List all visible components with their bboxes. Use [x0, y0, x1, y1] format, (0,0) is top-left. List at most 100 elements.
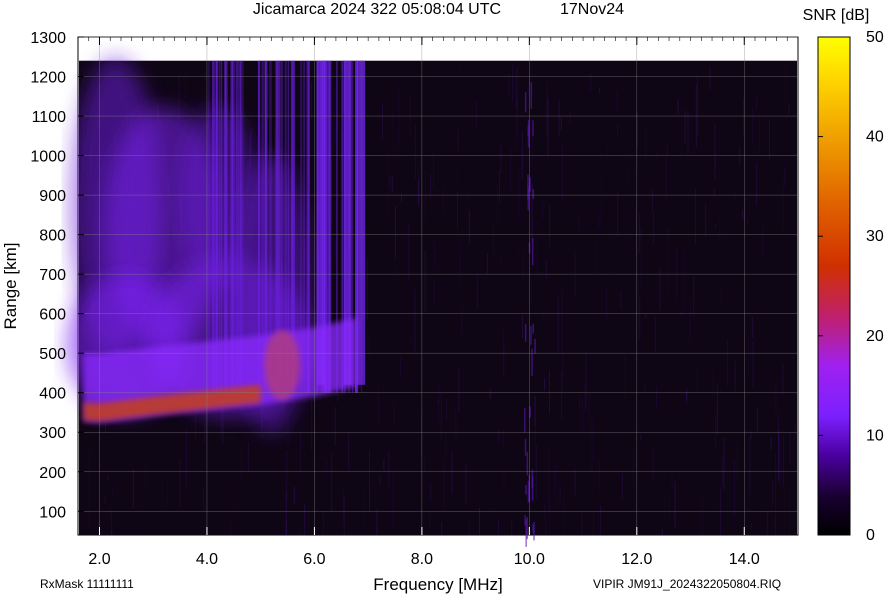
noise-streak [343, 489, 345, 524]
noise-streak [748, 334, 749, 376]
noise-streak [773, 514, 775, 535]
noise-streak [388, 450, 390, 488]
noise-streak [502, 428, 504, 449]
colorbar-tick-label: 30 [866, 228, 884, 245]
noise-streak [714, 412, 716, 450]
noise-streak [525, 484, 527, 495]
noise-streak [545, 260, 547, 280]
noise-streak [311, 82, 313, 119]
noise-streak [768, 119, 770, 160]
noise-streak [766, 511, 768, 535]
noise-streak [394, 206, 396, 258]
x-tick-label: 8.0 [411, 551, 433, 568]
noise-streak [661, 529, 663, 535]
y-tick-label: 1200 [30, 70, 66, 87]
noise-streak [499, 169, 500, 203]
noise-streak [240, 448, 242, 479]
y-tick-label: 1100 [32, 109, 67, 126]
noise-streak [756, 163, 758, 206]
noise-streak [267, 73, 269, 119]
noise-streak [627, 167, 629, 181]
noise-streak [667, 235, 669, 292]
noise-streak [89, 450, 91, 514]
noise-streak [719, 486, 721, 535]
noise-streak [645, 123, 647, 162]
noise-streak [518, 250, 520, 256]
noise-streak [438, 384, 440, 422]
noise-streak [300, 525, 302, 535]
noise-streak [427, 392, 429, 398]
noise-streak [714, 123, 716, 180]
noise-streak [429, 513, 431, 530]
noise-streak [531, 348, 533, 376]
noise-streak [652, 188, 653, 212]
noise-streak [574, 469, 576, 496]
noise-streak [674, 481, 676, 528]
noise-streak [393, 402, 395, 424]
noise-streak [775, 515, 776, 535]
noise-streak [486, 253, 488, 275]
chart-date: 17Nov24 [560, 1, 624, 18]
noise-streak [476, 273, 478, 309]
noise-streak [107, 474, 109, 481]
noise-streak [527, 186, 530, 211]
noise-streak [756, 406, 758, 433]
noise-streak [617, 193, 619, 237]
noise-streak [750, 315, 752, 353]
noise-streak [770, 437, 772, 450]
noise-streak [789, 432, 791, 465]
noise-streak [141, 492, 143, 535]
noise-streak [184, 68, 186, 111]
noise-streak [782, 362, 784, 395]
noise-streak [414, 288, 416, 353]
noise-streak [389, 176, 391, 187]
noise-streak [334, 406, 336, 446]
noise-streak [182, 454, 184, 469]
noise-streak [522, 314, 524, 339]
noise-streak [457, 192, 458, 231]
noise-streak [606, 287, 607, 323]
noise-streak [333, 88, 335, 149]
y-tick-label: 300 [39, 425, 66, 442]
noise-streak [585, 351, 587, 409]
noise-streak [639, 297, 641, 340]
noise-streak [720, 285, 722, 302]
noise-streak [410, 340, 412, 345]
noise-streak [194, 410, 196, 441]
noise-streak [456, 168, 458, 189]
noise-streak [401, 198, 403, 244]
noise-streak [569, 110, 571, 124]
noise-streak [533, 521, 535, 541]
ionogram-chart: Jicamarca 2024 322 05:08:04 UTC 17Nov24 … [1, 1, 884, 594]
strong-line [357, 60, 366, 385]
noise-streak [132, 469, 134, 509]
x-tick-label: 14.0 [729, 551, 760, 568]
noise-streak [789, 485, 791, 535]
noise-streak [581, 513, 583, 535]
noise-streak [667, 229, 669, 235]
noise-streak [744, 196, 746, 219]
noise-streak [451, 452, 453, 494]
noise-streak [185, 427, 187, 489]
noise-streak [293, 486, 295, 504]
noise-streak [705, 203, 707, 237]
noise-streak [701, 496, 703, 535]
noise-streak [459, 67, 461, 75]
noise-streak [524, 323, 527, 342]
noise-streak [234, 486, 236, 535]
noise-streak [593, 511, 594, 535]
noise-streak [489, 507, 491, 514]
noise-streak [285, 475, 287, 506]
y-tick-label: 900 [39, 188, 66, 205]
noise-streak [676, 247, 678, 299]
noise-streak [500, 142, 502, 174]
noise-streak [597, 216, 599, 228]
noise-streak [772, 480, 774, 507]
noise-streak [414, 124, 416, 179]
noise-streak [625, 211, 627, 260]
noise-streak [243, 464, 245, 470]
noise-streak [445, 431, 447, 458]
noise-streak [684, 110, 686, 144]
noise-streak [366, 259, 368, 320]
noise-streak [409, 93, 411, 139]
